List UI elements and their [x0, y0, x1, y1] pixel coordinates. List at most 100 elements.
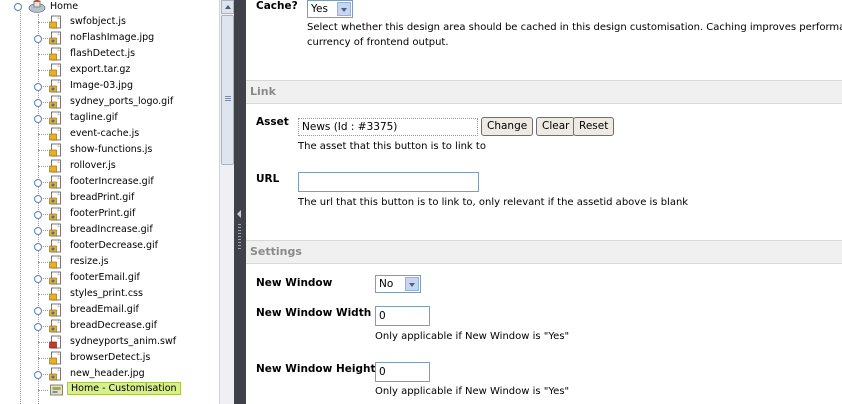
tree-item-label: event-cache.js [70, 128, 140, 139]
tree-item-label: new_header.jpg [70, 368, 145, 379]
expand-icon[interactable] [34, 307, 42, 315]
scroll-up-arrow-icon[interactable] [221, 0, 234, 14]
tree-item[interactable]: footerIncrease.gif [0, 174, 219, 190]
tree-item[interactable]: show-functions.js [0, 142, 219, 158]
tree-item-label: sydneyports_anim.swf [70, 336, 177, 347]
tree-item[interactable]: Image-03.jpg [0, 78, 219, 94]
expand-icon[interactable] [34, 99, 42, 107]
tree-item-label: export.tar.gz [70, 64, 131, 75]
expand-icon[interactable] [34, 83, 42, 91]
image-file-icon [49, 191, 61, 205]
expand-icon[interactable] [34, 243, 42, 251]
tree-item[interactable]: sydney_ports_logo.gif [0, 94, 219, 110]
asset-value-box: News (Id : #3375) [298, 118, 478, 136]
tree-item[interactable]: rollover.js [0, 158, 219, 174]
expand-icon[interactable] [34, 115, 42, 123]
tree-item[interactable]: breadDecrease.gif [0, 318, 219, 334]
css-file-icon [49, 287, 61, 301]
tree-branch-line [38, 294, 48, 295]
window-width-input[interactable] [376, 307, 429, 325]
tree-item[interactable]: resize.js [0, 254, 219, 270]
image-file-icon [49, 111, 61, 125]
js-file-icon [49, 159, 61, 173]
expand-icon[interactable] [34, 275, 42, 283]
new-window-select[interactable]: No [375, 275, 421, 293]
js-file-icon [49, 15, 61, 29]
window-width-label: New Window Width [256, 307, 372, 319]
tree-item[interactable]: footerPrint.gif [0, 206, 219, 222]
settings-section-header: Settings [246, 240, 842, 264]
tree-item[interactable]: new_header.jpg [0, 366, 219, 382]
window-height-note: Only applicable if New Window is "Yes" [375, 386, 570, 397]
collapse-left-icon[interactable] [237, 210, 241, 218]
js-file-icon [49, 351, 61, 365]
tree-branch-line [38, 358, 48, 359]
expand-icon[interactable] [34, 35, 42, 43]
tree-item-label: footerEmail.gif [70, 272, 140, 283]
chevron-down-icon[interactable] [337, 2, 351, 16]
tree-scrollbar[interactable] [219, 0, 235, 404]
cache-select[interactable]: Yes [307, 0, 353, 18]
cache-note: currency of frontend output. [307, 37, 449, 48]
js-file-icon [49, 143, 61, 157]
tree-item-label: breadDecrease.gif [70, 320, 157, 331]
tree-item-label: footerPrint.gif [70, 208, 136, 219]
tree-branch-line [38, 22, 48, 23]
tree-item[interactable]: sydneyports_anim.swf [0, 334, 219, 350]
expand-icon[interactable] [14, 3, 22, 11]
tree-item-label: flashDetect.js [70, 48, 136, 59]
tree-item[interactable]: noFlashImage.jpg [0, 30, 219, 46]
change-button[interactable]: Change [481, 117, 534, 136]
chevron-down-icon[interactable] [405, 277, 419, 291]
expand-icon[interactable] [34, 227, 42, 235]
expand-icon[interactable] [34, 371, 42, 379]
url-input[interactable] [299, 173, 478, 191]
tree-item[interactable]: flashDetect.js [0, 46, 219, 62]
window-width-note: Only applicable if New Window is "Yes" [375, 331, 570, 342]
clear-button[interactable]: Clear [536, 117, 576, 136]
expand-icon[interactable] [34, 195, 42, 203]
tree-item[interactable]: export.tar.gz [0, 62, 219, 78]
tree-branch-line [38, 54, 48, 55]
panel-splitter[interactable] [234, 0, 246, 404]
tree-item[interactable]: event-cache.js [0, 126, 219, 142]
tree-root-home[interactable]: Home [14, 0, 214, 14]
tree-branch-line [38, 390, 48, 391]
tree-item[interactable]: Home - Customisation [0, 382, 219, 398]
scroll-thumb[interactable] [221, 15, 234, 165]
tree-item-label: rollover.js [70, 160, 116, 171]
tree-item[interactable]: styles_print.css [0, 286, 219, 302]
expand-icon[interactable] [34, 323, 42, 331]
tree-item[interactable]: browserDetect.js [0, 350, 219, 366]
asset-tree: Home swfobject.js noFlashImage.jpg flashDe… [0, 0, 219, 404]
window-height-field[interactable] [375, 362, 430, 382]
window-width-field[interactable] [375, 306, 430, 326]
expand-icon[interactable] [34, 211, 42, 219]
tree-item[interactable]: swfobject.js [0, 14, 219, 30]
image-file-icon [49, 223, 61, 237]
tree-item[interactable]: breadEmail.gif [0, 302, 219, 318]
grip-icon [225, 96, 231, 102]
tree-branch-line [38, 262, 48, 263]
tree-item[interactable]: breadPrint.gif [0, 190, 219, 206]
drag-handle-icon[interactable] [238, 224, 241, 250]
image-file-icon [49, 79, 61, 93]
expand-icon[interactable] [34, 179, 42, 187]
tree-item[interactable]: footerEmail.gif [0, 270, 219, 286]
tree-item[interactable]: footerDecrease.gif [0, 238, 219, 254]
image-file-icon [49, 95, 61, 109]
reset-button[interactable]: Reset [573, 117, 615, 136]
archive-file-icon [49, 63, 61, 77]
tree-item-label: footerIncrease.gif [70, 176, 154, 187]
tree-item[interactable]: breadIncrease.gif [0, 222, 219, 238]
tree-branch-line [38, 150, 48, 151]
tree-branch-line [38, 166, 48, 167]
tree-item[interactable]: tagline.gif [0, 110, 219, 126]
new-window-label: New Window [256, 277, 333, 289]
tree-item-label: Home - Customisation [67, 382, 181, 395]
window-height-input[interactable] [376, 363, 429, 381]
tree-item-label: breadIncrease.gif [70, 224, 153, 235]
url-field[interactable] [298, 172, 479, 192]
js-file-icon [49, 127, 61, 141]
asset-value: News (Id : #3375) [302, 121, 398, 133]
